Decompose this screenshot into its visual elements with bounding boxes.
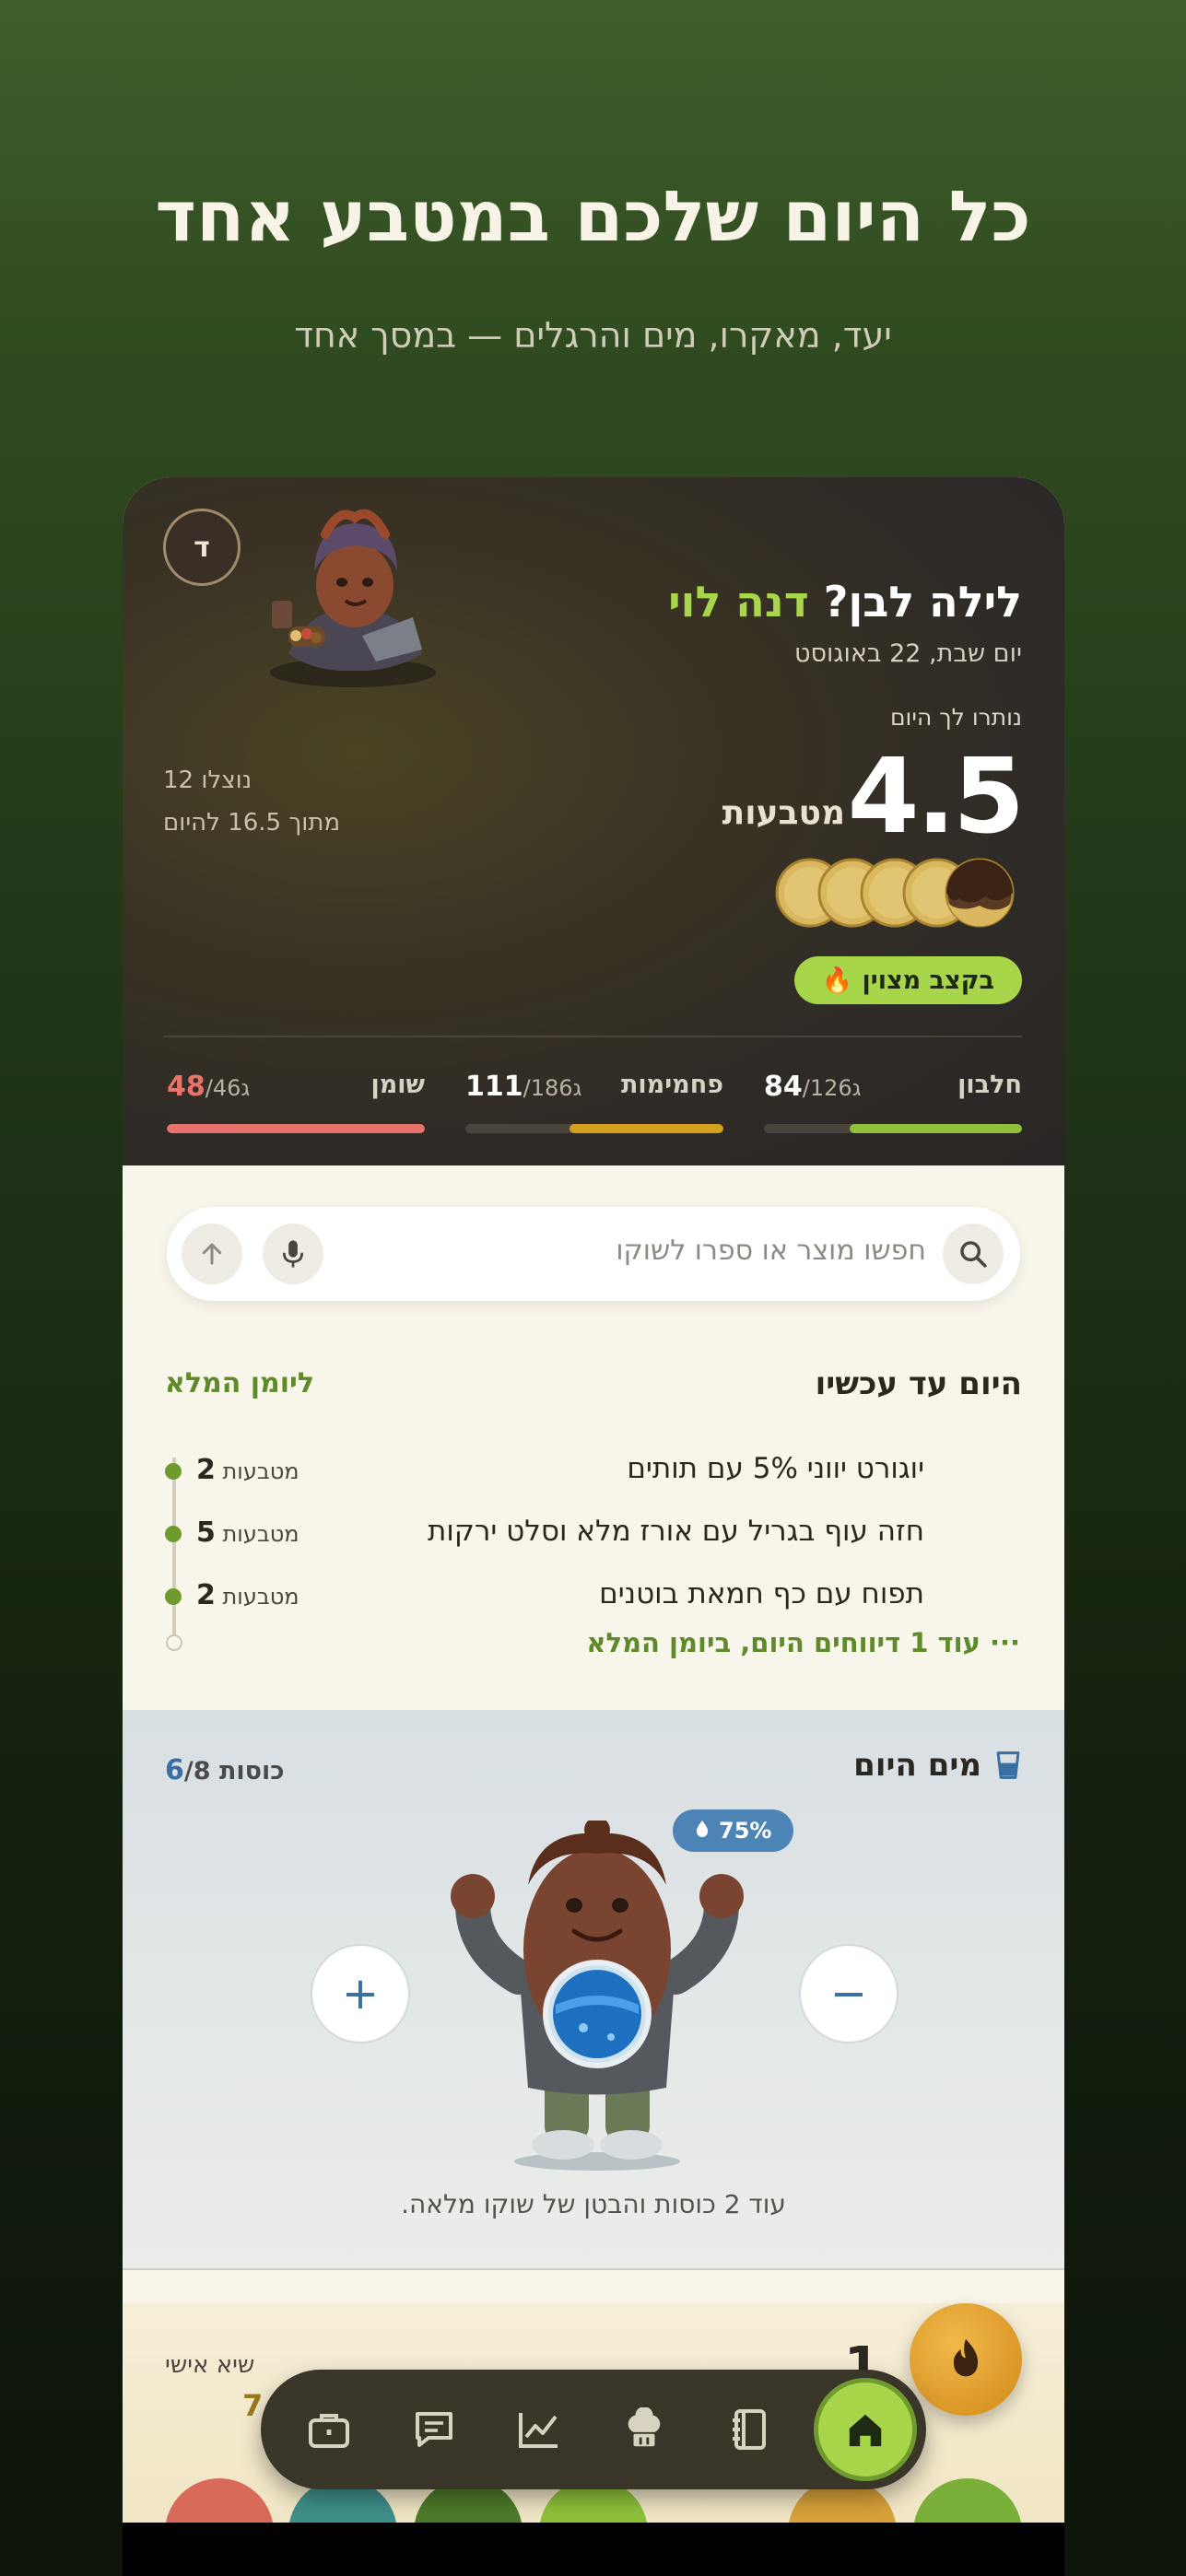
timeline-dot [165,1463,182,1480]
search-input[interactable]: חפשו מוצר או ספרו לשוקו [616,1235,926,1267]
daily-budget-line: מתוך 16.5 להיום [163,809,341,837]
entry-coins: 2 מטבעות [196,1579,299,1611]
add-water-button[interactable]: + [311,1944,410,2043]
hero-subtitle: יעד, מאקרו, מים והרגלים — במסך אחד [294,315,892,356]
daily-summary-card: ד לילה לבן? דנה לוי יום שבת, 22 באוגוסט … [123,477,1064,1165]
macro-value: ג48/46 [167,1071,251,1103]
macro-value: ג84/126 [764,1071,862,1103]
remaining-coins-unit: מטבעות [722,794,845,832]
water-title-label: מים היום [853,1747,981,1784]
water-glass-icon [996,1751,1020,1779]
entry-coins: 2 מטבעות [196,1454,299,1486]
microphone-icon[interactable] [263,1224,323,1284]
screen-bottom-edge [123,2523,1064,2576]
remove-water-button[interactable]: − [799,1944,898,2043]
divider [163,1036,1022,1037]
mascot-sitting-illustration [270,509,436,687]
search-icon[interactable] [943,1224,1004,1284]
streak-fire-button[interactable] [910,2303,1022,2416]
remaining-coins-value: 4.5 [847,737,1025,857]
entry-food: יוגורט יווני 5% עם תותים [627,1452,924,1485]
log-entry[interactable]: 2 מטבעות יוגורט יווני 5% עם תותים [123,1448,1064,1500]
fire-icon: 🔥 [821,966,853,995]
remaining-label: נותרו לך היום [889,704,1022,731]
macro-progress-bar [465,1124,723,1133]
timeline-dot [165,1588,182,1605]
macro-label: פחמימות [620,1071,723,1099]
water-count: 6/8 כוסות [165,1754,285,1786]
hero-title: כל היום שלכם במטבע אחד [155,175,1031,257]
greeting-prefix: לילה לבן? [808,577,1022,626]
timeline-end-dot [166,1634,182,1651]
avatar[interactable]: ד [163,509,241,586]
current-date: יום שבת, 22 באוגוסט [793,639,1022,668]
home-icon [849,2414,882,2447]
search-bar[interactable]: חפשו מוצר או ספרו לשוקו [167,1207,1020,1301]
macro-protein: חלבון ג84/126 [764,1071,1022,1153]
macro-carbs: פחמימות ג111/186 [465,1071,723,1153]
used-coins-line: נוצלו 12 [163,767,252,794]
full-journal-link[interactable]: ליומן המלא [165,1367,314,1399]
macro-label: חלבון [957,1071,1022,1099]
personal-record-value: 7 [242,2388,264,2423]
bottom-navigation [261,2370,926,2489]
entry-coins: 5 מטבעות [196,1516,299,1549]
streak-badge: בקצב מצוין 🔥 [793,956,1022,1004]
chat-icon[interactable] [406,2402,462,2457]
entry-food: חזה עוף בגריל עם אורז מלא וסלט ירקות [428,1515,924,1548]
greeting: לילה לבן? דנה לוי [668,577,1022,626]
personal-record-label: שיא אישי [165,2351,255,2379]
macro-value: ג111/186 [465,1071,582,1103]
flame-icon [953,2339,979,2377]
briefcase-icon[interactable] [301,2402,357,2457]
streak-badge-label: בקצב מצוין [862,966,995,995]
log-entry[interactable]: 5 מטבעות חזה עוף בגריל עם אורז מלא וסלט … [123,1511,1064,1563]
macro-label: שומן [370,1071,425,1099]
phone-screen: ד לילה לבן? דנה לוי יום שבת, 22 באוגוסט … [123,477,1064,2576]
water-title: מים היום [853,1747,1022,1784]
chart-icon[interactable] [511,2402,567,2457]
macro-progress-bar [764,1124,1022,1133]
used-coins-summary: נוצלו 12 מתוך 16.5 להיום [163,759,340,844]
coin-partial [945,858,1015,928]
macro-progress-bar [167,1124,425,1133]
journal-icon[interactable] [722,2402,777,2457]
more-entries-link[interactable]: ··· עוד 1 דיווחים היום, ביומן המלא [586,1627,1020,1658]
timeline-dot [165,1526,182,1542]
user-name: דנה לוי [668,577,809,626]
coin-stack-indicator [775,858,1015,928]
macro-fat: שומן ג48/46 [167,1071,425,1153]
chef-hat-icon[interactable] [616,2402,672,2457]
today-section-title: היום עד עכשיו [815,1365,1022,1402]
send-arrow-icon[interactable] [182,1224,242,1284]
water-card: מים היום 6/8 כוסות 75% + − עוד 2 כוסות ו… [123,1710,1064,2270]
mascot-water-illustration [451,1821,744,2171]
water-message: עוד 2 כוסות והבטן של שוקו מלאה. [401,2189,786,2219]
entry-food: תפוח עם כף חמאת בוטנים [599,1577,924,1610]
log-entry[interactable]: 2 מטבעות תפוח עם כף חמאת בוטנים [123,1574,1064,1625]
home-button[interactable] [814,2378,917,2481]
